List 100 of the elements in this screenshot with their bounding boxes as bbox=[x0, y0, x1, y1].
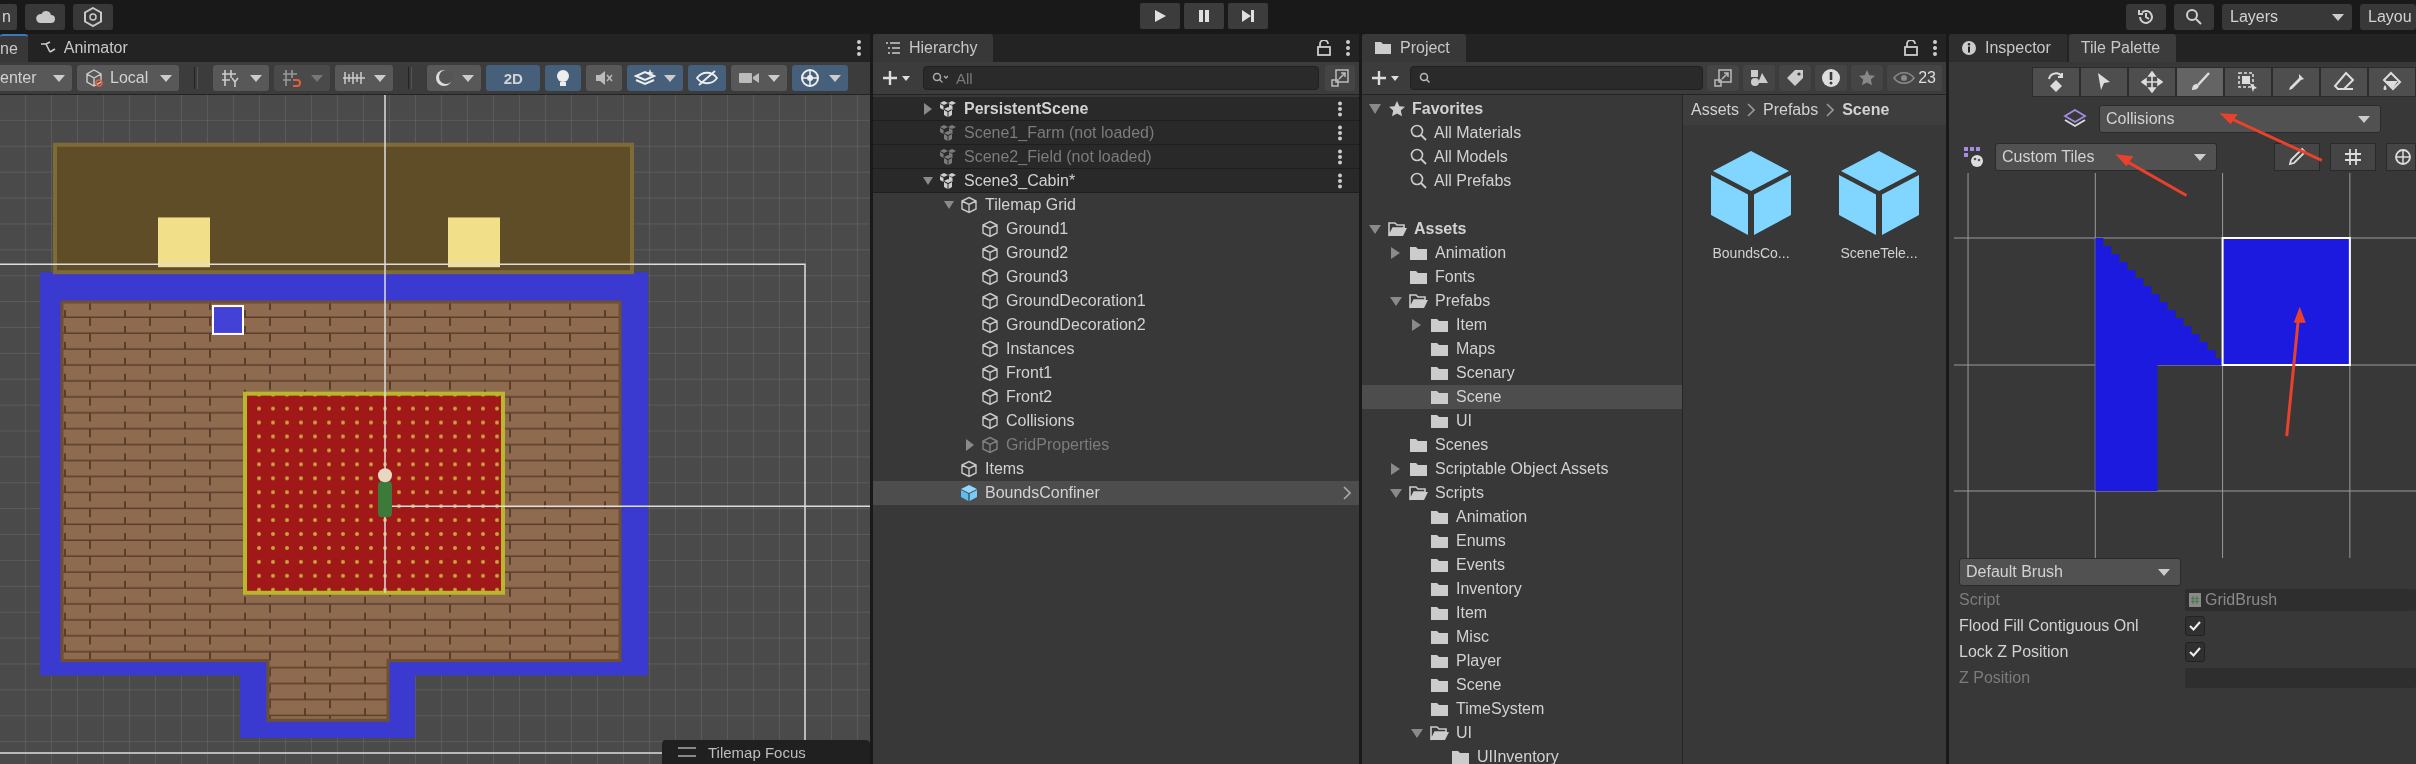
audio-toggle[interactable] bbox=[586, 65, 623, 91]
scene-row[interactable]: Scene2_Field (not loaded) bbox=[873, 145, 1359, 169]
folder-item[interactable]: Scriptable Object Assets bbox=[1362, 457, 1682, 481]
search-button[interactable] bbox=[2174, 4, 2214, 30]
lighting-toggle[interactable] bbox=[545, 65, 582, 91]
hierarchy-item[interactable]: GroundDecoration1 bbox=[873, 289, 1359, 313]
scene-row[interactable]: PersistentScene bbox=[873, 97, 1359, 121]
expand-arrow-icon[interactable] bbox=[1390, 247, 1402, 259]
panel-tab[interactable]: Inspector bbox=[1949, 34, 2067, 62]
folder-item[interactable]: Scene bbox=[1362, 385, 1682, 409]
chevron-icon[interactable] bbox=[1343, 486, 1351, 500]
paint-tool[interactable] bbox=[2176, 67, 2224, 97]
open-window-button[interactable] bbox=[1707, 65, 1740, 91]
panel-tab[interactable]: Animator bbox=[27, 34, 144, 62]
breadcrumb-link[interactable]: Prefabs bbox=[1763, 101, 1819, 119]
brush-dropdown[interactable]: Default Brush bbox=[1959, 558, 2181, 586]
more-icon[interactable] bbox=[1337, 124, 1343, 141]
folder-item[interactable]: Scenes bbox=[1362, 433, 1682, 457]
favorites-header[interactable]: Favorites bbox=[1362, 97, 1682, 121]
hierarchy-item[interactable]: Tilemap Grid bbox=[873, 193, 1359, 217]
expand-arrow-icon[interactable] bbox=[1411, 727, 1423, 739]
breadcrumb-link[interactable]: Scene bbox=[1842, 101, 1890, 119]
expand-arrow-icon[interactable] bbox=[944, 199, 954, 211]
pause-button[interactable] bbox=[1184, 3, 1224, 29]
hierarchy-item[interactable]: Collisions bbox=[873, 409, 1359, 433]
active-tilemap-dropdown[interactable]: Collisions bbox=[2099, 105, 2381, 133]
folder-item[interactable]: Maps bbox=[1362, 337, 1682, 361]
expand-arrow-icon[interactable] bbox=[1390, 295, 1402, 307]
project-tab[interactable]: Project bbox=[1362, 34, 1466, 62]
gizmo-button[interactable] bbox=[2386, 143, 2416, 171]
box-tool[interactable] bbox=[2224, 67, 2272, 97]
breadcrumb-link[interactable]: Assets bbox=[1691, 101, 1739, 119]
favorites-item[interactable]: All Prefabs bbox=[1362, 169, 1682, 193]
hierarchy-item[interactable]: Ground3 bbox=[873, 265, 1359, 289]
move-tool[interactable] bbox=[2128, 67, 2176, 97]
more-icon[interactable] bbox=[1337, 148, 1343, 165]
hierarchy-item[interactable]: Ground2 bbox=[873, 241, 1359, 265]
asset-name[interactable]: SceneTele... bbox=[1840, 245, 1918, 261]
folder-item[interactable]: Enums bbox=[1362, 529, 1682, 553]
open-window-button[interactable] bbox=[1325, 65, 1355, 91]
search-field[interactable] bbox=[1410, 66, 1704, 90]
effects-toggle[interactable] bbox=[627, 65, 684, 91]
expand-arrow-icon[interactable] bbox=[923, 174, 933, 187]
history-button[interactable] bbox=[2126, 4, 2166, 30]
favorites-item[interactable]: All Models bbox=[1362, 145, 1682, 169]
expand-arrow-icon[interactable] bbox=[1369, 223, 1381, 235]
folder-item[interactable]: Animation bbox=[1362, 505, 1682, 529]
expand-arrow-icon[interactable] bbox=[1390, 487, 1402, 499]
expand-arrow-icon[interactable] bbox=[923, 102, 933, 115]
checkbox[interactable] bbox=[2185, 616, 2205, 636]
folder-item[interactable]: Scene bbox=[1362, 673, 1682, 697]
erase-tool[interactable] bbox=[2320, 67, 2368, 97]
asset-name[interactable]: BoundsCo... bbox=[1712, 245, 1790, 261]
folder-item[interactable]: Assets bbox=[1362, 217, 1682, 241]
shading-mode-button[interactable] bbox=[427, 65, 482, 91]
snap-increment-button[interactable] bbox=[274, 65, 331, 91]
hierarchy-item[interactable]: Items bbox=[873, 457, 1359, 481]
more-icon[interactable] bbox=[1337, 172, 1343, 189]
drag-handle-icon[interactable] bbox=[678, 747, 696, 757]
prefab-icon[interactable] bbox=[1711, 151, 1791, 235]
more-icon[interactable] bbox=[1345, 39, 1351, 57]
folder-item[interactable]: Prefabs bbox=[1362, 289, 1682, 313]
folder-item[interactable]: Scripts bbox=[1362, 481, 1682, 505]
hierarchy-item[interactable]: GroundDecoration2 bbox=[873, 313, 1359, 337]
scene-row[interactable]: Scene3_Cabin* bbox=[873, 169, 1359, 193]
step-button[interactable] bbox=[1228, 3, 1268, 29]
hidden-packages-button[interactable]: 23 bbox=[1887, 65, 1942, 91]
folder-item[interactable]: Events bbox=[1362, 553, 1682, 577]
hierarchy-tab[interactable]: Hierarchy bbox=[873, 34, 994, 62]
select-tool[interactable] bbox=[2080, 67, 2128, 97]
folder-item[interactable]: Fonts bbox=[1362, 265, 1682, 289]
prefab-icon[interactable] bbox=[1839, 151, 1919, 235]
play-button[interactable] bbox=[1140, 3, 1180, 29]
folder-item[interactable]: Item bbox=[1362, 601, 1682, 625]
folder-item[interactable]: Misc bbox=[1362, 625, 1682, 649]
hierarchy-item[interactable]: Front2 bbox=[873, 385, 1359, 409]
folder-item[interactable]: UI bbox=[1362, 721, 1682, 745]
hierarchy-item[interactable]: Instances bbox=[873, 337, 1359, 361]
palette-dropdown[interactable]: Custom Tiles bbox=[1995, 143, 2217, 171]
more-icon[interactable] bbox=[1932, 39, 1938, 57]
overlay-panel[interactable]: Tilemap Focus bbox=[662, 740, 870, 764]
space-dropdown[interactable]: Local bbox=[77, 65, 180, 91]
panel-tab[interactable]: Tile Palette bbox=[2068, 34, 2177, 62]
hierarchy-item[interactable]: Ground1 bbox=[873, 217, 1359, 241]
2d-toggle[interactable]: 2D bbox=[486, 65, 541, 91]
filter-label-button[interactable] bbox=[1779, 65, 1812, 91]
expand-arrow-icon[interactable] bbox=[1411, 319, 1423, 331]
camera-toggle[interactable] bbox=[731, 65, 788, 91]
folder-item[interactable]: TimeSystem bbox=[1362, 697, 1682, 721]
picker-tool[interactable] bbox=[2272, 67, 2320, 97]
more-icon[interactable] bbox=[1337, 100, 1343, 117]
hexagon-button[interactable] bbox=[72, 4, 113, 30]
hierarchy-item[interactable]: BoundsConfiner bbox=[873, 481, 1359, 505]
ruler-button[interactable] bbox=[335, 65, 394, 91]
account-button[interactable]: n bbox=[0, 4, 17, 30]
favorites-item[interactable]: All Materials bbox=[1362, 121, 1682, 145]
folder-item[interactable]: Player bbox=[1362, 649, 1682, 673]
fill-tool[interactable] bbox=[2368, 67, 2416, 97]
folder-item[interactable]: UI bbox=[1362, 409, 1682, 433]
folder-item[interactable]: Animation bbox=[1362, 241, 1682, 265]
